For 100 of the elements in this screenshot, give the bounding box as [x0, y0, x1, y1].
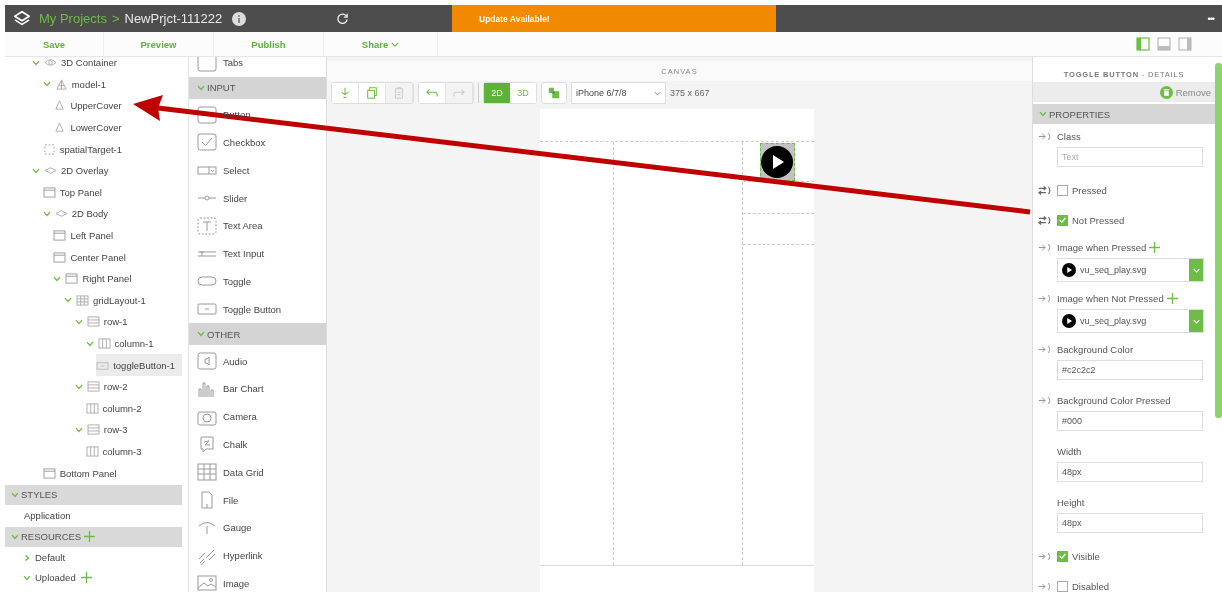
two-way-binding-icon[interactable] — [1038, 215, 1052, 225]
add-icon[interactable] — [84, 531, 96, 543]
tree-item[interactable]: column-2 — [85, 397, 182, 420]
tree-item[interactable]: column-3 — [85, 440, 182, 463]
tree-item[interactable]: Bottom Panel — [42, 462, 182, 484]
grid-row-outline[interactable] — [742, 142, 814, 182]
property-field[interactable]: 48px — [1057, 462, 1203, 482]
chevron-down-icon — [74, 383, 83, 390]
tree-item[interactable]: Left Panel — [53, 224, 182, 247]
widget-item[interactable]: Bar Chart — [197, 378, 264, 399]
binding-icon[interactable] — [1038, 395, 1052, 405]
widget-item[interactable]: Text Area — [197, 215, 263, 236]
binding-icon[interactable] — [1038, 344, 1052, 354]
chevron-down-icon — [197, 84, 205, 91]
checkbox-widget-icon — [197, 132, 217, 153]
image-select[interactable]: vu_seq_play.svg — [1057, 258, 1204, 282]
binding-icon[interactable] — [1038, 131, 1052, 141]
device-select[interactable]: iPhone 6/7/8 — [571, 82, 666, 104]
widget-item[interactable]: Text Input — [197, 243, 265, 264]
checkbox[interactable] — [1057, 214, 1068, 226]
two-way-binding-icon[interactable] — [1038, 185, 1052, 195]
tree-item[interactable]: UpperCover — [53, 95, 182, 117]
cut-button[interactable] — [332, 83, 359, 103]
grid-icon — [76, 294, 90, 306]
tree-item[interactable]: spatialTarget-1 — [42, 138, 182, 160]
toggle-widget-icon — [197, 276, 217, 287]
widget-item[interactable]: Checkbox — [197, 132, 266, 153]
binding-icon[interactable] — [1038, 242, 1052, 252]
widget-item[interactable]: Select — [197, 160, 250, 181]
tree-item[interactable]: column-1 — [85, 332, 182, 355]
orientation-button[interactable] — [541, 82, 567, 104]
tree-item[interactable]: model-1 — [42, 73, 182, 96]
property-field[interactable]: 48px — [1057, 513, 1203, 533]
widget-item[interactable]: Gauge — [197, 517, 252, 538]
chevron-down-icon — [1192, 267, 1200, 273]
widget-item[interactable]: Audio — [197, 351, 248, 372]
info-icon[interactable] — [232, 11, 247, 26]
binding-icon[interactable] — [1038, 581, 1052, 591]
chevron-down-icon — [42, 81, 51, 88]
add-icon[interactable] — [1149, 241, 1161, 253]
add-icon[interactable] — [80, 572, 92, 584]
tree-item[interactable]: gridLayout-1 — [64, 289, 182, 312]
tree-item[interactable]: 2D Body — [42, 203, 182, 225]
widget-item[interactable]: File — [197, 490, 239, 511]
toggle-button[interactable] — [759, 143, 795, 181]
property-field[interactable]: #000 — [1057, 411, 1203, 431]
trash-icon — [1159, 85, 1173, 99]
tree-item[interactable]: Center Panel — [53, 246, 182, 268]
panel-icon — [53, 230, 67, 242]
tree-item[interactable]: row-2 — [74, 375, 182, 398]
widget-item[interactable]: Chalk — [197, 434, 248, 455]
tree-item[interactable]: 3D Container — [32, 57, 182, 74]
styles-section-header[interactable]: STYLES — [5, 484, 182, 505]
checkbox[interactable] — [1057, 550, 1068, 562]
play-icon — [1062, 263, 1076, 277]
property-field[interactable]: Text — [1057, 147, 1203, 167]
tabs-widget-icon — [197, 57, 217, 73]
tree-item[interactable]: row-1 — [74, 311, 182, 333]
more-menu[interactable]: ••• — [1207, 13, 1214, 24]
resource-folder[interactable]: Uploaded — [23, 572, 92, 584]
widget-item[interactable]: Tabs — [197, 57, 244, 73]
property-field[interactable]: #c2c2c2 — [1057, 360, 1203, 380]
binding-icon[interactable] — [1038, 551, 1052, 561]
widget-item[interactable]: Hyperlink — [197, 545, 263, 566]
widget-item[interactable]: Toggle — [197, 271, 251, 292]
style-item[interactable]: Application — [24, 510, 71, 522]
add-icon[interactable] — [1166, 292, 1178, 304]
tree-item[interactable]: LowerCover — [53, 116, 182, 139]
tree-item[interactable]: 2D Overlay — [32, 159, 182, 182]
widget-item[interactable]: Toggle Button — [197, 299, 282, 320]
refresh-icon[interactable] — [336, 12, 350, 25]
scrollbar-thumb[interactable] — [1215, 63, 1222, 418]
widget-item[interactable]: Image — [197, 573, 250, 592]
tree-item[interactable]: Top Panel — [42, 181, 182, 204]
breadcrumb-link[interactable]: My Projects — [39, 11, 107, 26]
checkbox[interactable] — [1057, 580, 1068, 592]
row-icon — [86, 381, 100, 393]
properties-section-header[interactable]: PROPERTIES — [1033, 104, 1215, 124]
widget-item[interactable]: Data Grid — [197, 462, 264, 483]
palette-section-header[interactable]: OTHER — [189, 323, 326, 346]
widget-item[interactable]: Camera — [197, 406, 257, 427]
layout-toggle-icon[interactable] — [1157, 37, 1171, 51]
tree-item[interactable]: toggleButton-1 — [96, 354, 182, 376]
checkbox-label: Not Pressed — [1072, 214, 1125, 226]
binding-icon[interactable] — [1038, 293, 1052, 303]
chevron-down-icon — [74, 426, 83, 433]
tree-item[interactable]: Right Panel — [53, 267, 182, 290]
resources-section-header[interactable]: RESOURCES — [5, 526, 182, 547]
panel-icon — [42, 467, 56, 479]
palette-section-header[interactable]: INPUT — [189, 76, 326, 99]
property-label: Background Color Pressed — [1057, 394, 1171, 406]
tree-item[interactable]: row-3 — [74, 419, 182, 441]
checkbox[interactable] — [1057, 184, 1068, 196]
layers-logo-icon[interactable] — [13, 9, 31, 28]
layout-toggle-icon[interactable] — [1178, 37, 1192, 51]
undo-button[interactable] — [419, 83, 446, 103]
resource-folder[interactable]: Default — [23, 552, 66, 564]
layout-toggle-icon[interactable] — [1136, 37, 1150, 51]
widget-item[interactable]: Slider — [197, 188, 248, 209]
image-select[interactable]: vu_seq_play.svg — [1057, 309, 1204, 333]
